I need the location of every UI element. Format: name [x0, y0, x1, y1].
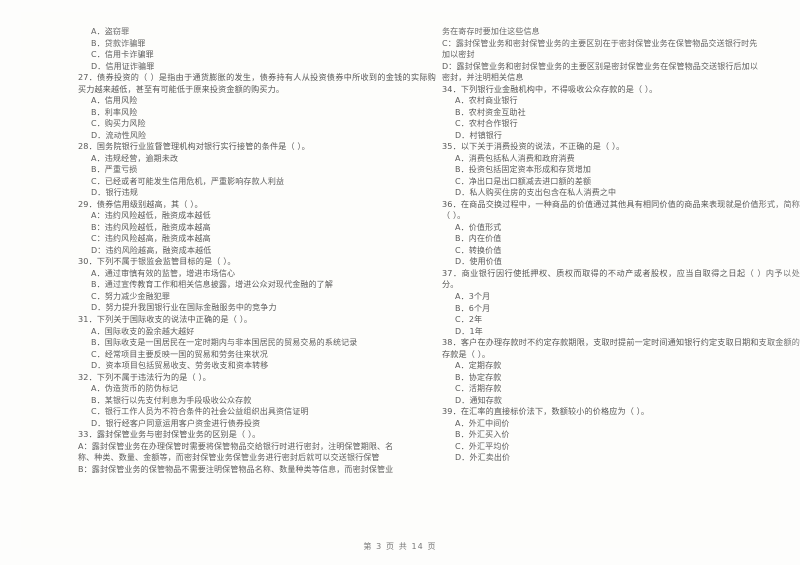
question-option: A．伪造货币的防伪标记: [91, 384, 179, 394]
question-option: A．违规经营，逾期未改: [91, 153, 179, 163]
question-option: A：违约风险越低，融资成本越低: [91, 211, 211, 221]
question-option: C．努力减少金融犯罪: [91, 291, 171, 301]
two-column-body: A．盗窃罪 B．贷款诈骗罪 C．信用卡诈骗罪 D．信用证诈骗罪 27．债券投资的（ ）是…: [0, 26, 800, 531]
question-option-continuation: 称、种类、数量、金额等，而密封保管业务保管业务进行密封后就可以交送银行保管: [78, 453, 380, 463]
question-stem: 30．下列不属于银监会监管目标的是（ ）。: [78, 256, 236, 267]
question-stem: 36．在商品交换过程中，一种商品的价值通过其他具有相同价值的商品来表现就是价值形…: [442, 198, 800, 221]
question-option: A．消费包括私人消费和政府消费: [455, 153, 575, 163]
question-stem: 35．以下关于消费投资的说法，不正确的是（ ）。: [442, 141, 625, 152]
question-stem: 33．露封保管业务与密封保管业务的区别是（ ）。: [78, 429, 261, 440]
question-stem: 34．下列银行业金融机构中，不得吸收公众存款的是（ ）。: [442, 83, 658, 94]
question-option: B．国际收支是一国居民在一定时期内与非本国居民的贸易交易的系统记录: [91, 338, 358, 348]
question-option: C．农村合作银行: [455, 119, 518, 129]
question-option: D．使用价值: [455, 257, 503, 267]
page-footer: 第 3 页 共 14 页: [363, 542, 437, 551]
right-column: 务在寄存时要加住这些信息 C：露封保管业务和密封保管业务的主要区别在于密封保管业务…: [442, 26, 800, 464]
question-stem: 29．债券信用级别越高，其（ ）。: [78, 198, 203, 209]
question-option: A．国际收支的盈余越大越好: [91, 326, 195, 336]
exam-page: A．盗窃罪 B．贷款诈骗罪 C．信用卡诈骗罪 D．信用证诈骗罪 27．债券投资的（ ）是…: [0, 0, 800, 565]
question-option: C．净出口是出口额减去进口额的差额: [455, 176, 592, 186]
question-option: A．3个月: [455, 292, 491, 302]
question-option: C．购买力风险: [91, 119, 146, 129]
question-stem: 28．国务院银行业监督管理机构对银行实行接管的条件是（ ）。: [78, 141, 310, 152]
question-option: C．银行工作人员为不符合条件的社会公益组织出具资信证明: [91, 407, 309, 417]
question-option-continuation: 加以密封: [442, 50, 475, 59]
question-option: D．通知存款: [455, 395, 503, 405]
question-option: A．农村商业银行: [455, 96, 518, 106]
question-option: C．2年: [455, 315, 483, 325]
question-option: C．经常项目主要反映一国的贸易和劳务往来状况: [91, 349, 268, 359]
question-option: B．某银行以先支付利息为手段吸收公众存款: [91, 395, 252, 405]
question-option: B．利率风险: [91, 107, 138, 117]
question-option: A．信用风险: [91, 96, 138, 106]
question-option: D：违约风险越高，融资成本越低: [91, 245, 212, 255]
question-option: B．外汇买入价: [455, 430, 510, 440]
left-column: A．盗窃罪 B．贷款诈骗罪 C．信用卡诈骗罪 D．信用证诈骗罪 27．债券投资的（ ）是…: [78, 26, 436, 475]
question-option: A．价值形式: [455, 222, 502, 232]
question-option: B．严重亏损: [91, 165, 138, 175]
question-option: A．盗窃罪: [91, 27, 130, 36]
question-stem: 32．下列不属于违法行为的是（ ）。: [78, 371, 211, 382]
question-option-continuation: 密封，并注明相关信息: [442, 73, 524, 82]
question-option: B．协定存款: [455, 372, 502, 382]
question-option: C：露封保管业务和密封保管业务的主要区别在于密封保管业务在保管物品交送银行时先: [442, 38, 758, 48]
question-option: D．银行经客户同意运用客户资金进行债券投资: [91, 418, 261, 428]
question-option: A．通过审慎有效的监管，增进市场信心: [91, 268, 236, 278]
question-stem: 37．商业银行因行使抵押权、质权而取得的不动产或者股权，应当自取得之日起（ ）内…: [442, 267, 800, 290]
question-option: B：违约风险越低，融资成本越高: [91, 222, 211, 232]
question-option: C．活期存款: [455, 384, 502, 394]
question-option: B：露封保管业务的保管物品不需要注明保管物品名称、数量种类等信息，而密封保管业: [78, 464, 394, 474]
question-option: D．银行违规: [91, 188, 139, 198]
question-option: D．外汇卖出价: [455, 453, 511, 463]
question-option: B．6个月: [455, 303, 491, 313]
question-option: A．定期存款: [455, 361, 502, 371]
question-stem: 38．客户在办理存款时不约定存款期限，支取时提前一定时间通知银行约定支取日期和支…: [442, 337, 800, 359]
question-option: C．信用卡诈骗罪: [91, 50, 154, 59]
question-option: D．1年: [455, 326, 483, 336]
question-option: D．私人购买住房的支出包含在私人消费之中: [455, 188, 617, 198]
question-option: D：露封保管业务和密封保管业务的主要区别是密封保管业务在保管物品交送银行后加以: [442, 61, 759, 71]
question-option: C．转换价值: [455, 245, 502, 255]
question-option: D．流动性风险: [91, 130, 147, 140]
question-option: B．通过宣传教育工作和相关信息披露，增进公众对现代金融的了解: [91, 280, 333, 290]
question-stem: 39．在汇率的直接标价法下，数额较小的价格应为（ ）。: [442, 406, 650, 417]
question-option: D．努力提升我国银行业在国际金融服务中的竞争力: [91, 303, 277, 313]
question-option: C．外汇平均价: [455, 441, 510, 451]
question-option: C：违约风险越高，融资成本越高: [91, 234, 211, 244]
question-option: D．信用证诈骗罪: [91, 61, 155, 71]
question-stem: 27．债券投资的（ ）是指由于通货膨胀的发生，债券持有人从投资债券中所收到的金钱…: [78, 72, 436, 94]
question-option: B．贷款诈骗罪: [91, 38, 146, 48]
question-option: A．外汇中间价: [455, 418, 510, 428]
question-option: B．内在价值: [455, 234, 502, 244]
question-option: B．投资包括固定资本形成和存货增加: [455, 165, 592, 175]
question-option-continuation: 务在寄存时要加住这些信息: [442, 27, 540, 36]
question-option: C．已经或者可能发生信用危机，严重影响存款人利益: [91, 176, 285, 186]
question-stem: 31．下列关于国际收支的说法中正确的是（ ）。: [78, 313, 253, 324]
question-option: A：露封保管业务在办理保管时需要将保管物品交给银行时进行密封，注明保管期限、名: [78, 441, 394, 451]
question-option: B．农村资金互助社: [455, 107, 526, 117]
question-option: D．村镇银行: [455, 130, 503, 140]
question-option: D．资本项目包括贸易收支、劳务收支和资本转移: [91, 361, 269, 371]
